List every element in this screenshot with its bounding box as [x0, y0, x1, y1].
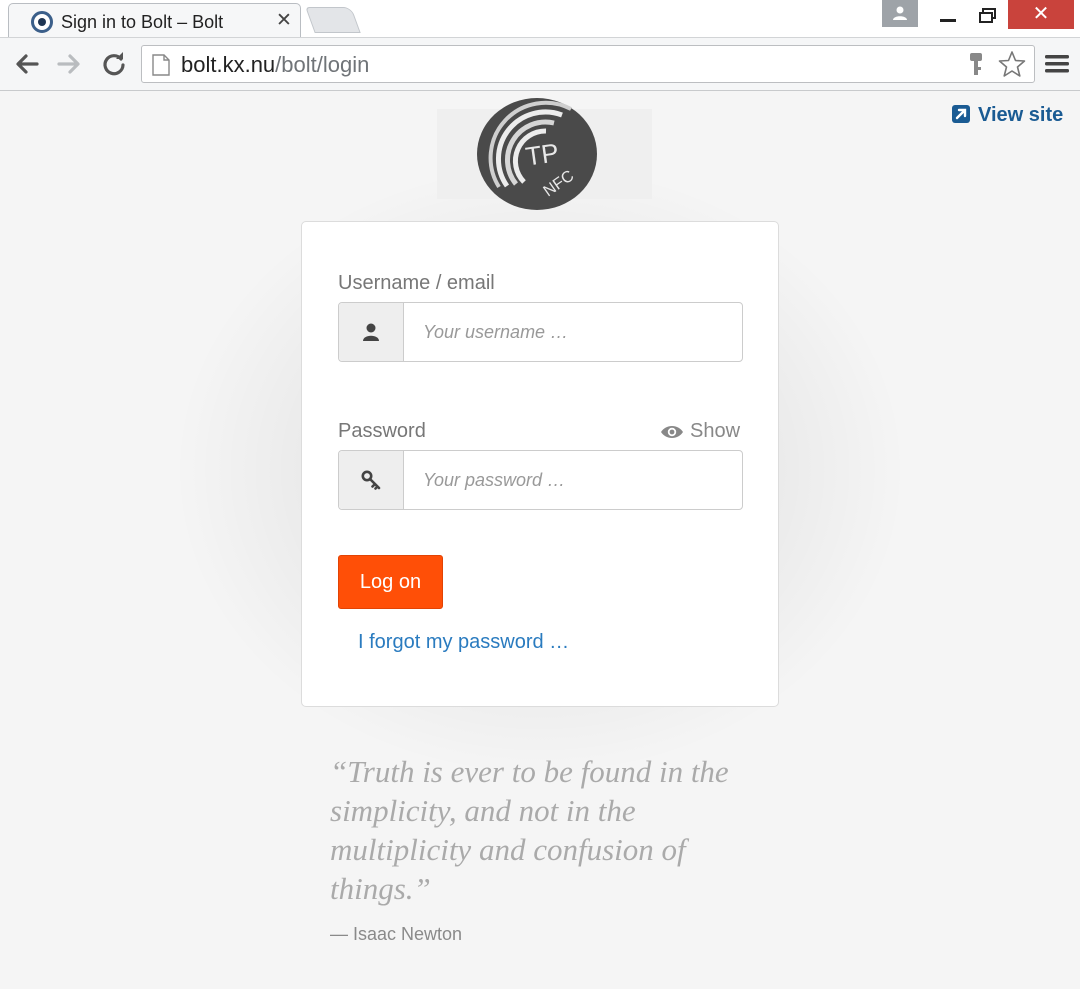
show-label: Show — [690, 420, 741, 442]
page-icon — [152, 54, 170, 76]
browser-tab[interactable]: Sign in to Bolt – Bolt ✕ — [8, 3, 301, 37]
username-input[interactable] — [405, 303, 742, 361]
reload-icon[interactable] — [100, 50, 128, 78]
password-key-icon[interactable] — [968, 53, 984, 77]
tab-close-icon[interactable]: ✕ — [276, 10, 292, 32]
user-icon — [363, 323, 379, 341]
view-site-label: View site — [978, 104, 1064, 126]
username-input-group — [338, 302, 743, 362]
browser-tab-strip: Sign in to Bolt – Bolt ✕ ✕ — [0, 0, 1080, 37]
forgot-password-link[interactable]: I forgot my password … — [358, 631, 569, 654]
tab-title: Sign in to Bolt – Bolt — [61, 12, 224, 32]
bookmark-star-icon[interactable] — [998, 50, 1026, 78]
forward-arrow-icon[interactable] — [55, 50, 83, 78]
bolt-favicon-icon — [31, 11, 53, 33]
show-password-toggle[interactable]: Show — [660, 420, 740, 443]
back-arrow-icon[interactable] — [13, 50, 41, 78]
password-label: Password — [338, 420, 426, 442]
restore-window-icon[interactable] — [979, 8, 996, 23]
password-input-group — [338, 450, 743, 510]
login-card: Username / email Password Show Log on I … — [301, 221, 779, 707]
quote-author: — Isaac Newton — [330, 924, 463, 944]
username-addon — [339, 303, 404, 361]
logo-text-tp: TP — [524, 137, 561, 171]
tp-nfc-logo: TP NFC — [477, 98, 597, 210]
username-label: Username / email — [338, 272, 495, 294]
minimize-icon[interactable] — [940, 19, 956, 22]
address-bar[interactable]: bolt.kx.nu/bolt/login — [141, 45, 1035, 83]
external-link-icon — [952, 105, 970, 123]
close-window-button[interactable]: ✕ — [1008, 0, 1074, 29]
url-text: bolt.kx.nu/bolt/login — [181, 52, 369, 78]
user-icon — [893, 6, 907, 20]
profile-button[interactable] — [882, 0, 918, 27]
view-site-link[interactable]: View site — [952, 104, 1063, 128]
password-addon — [339, 451, 404, 509]
url-path: /bolt/login — [275, 52, 370, 77]
log-on-button[interactable]: Log on — [338, 555, 443, 609]
key-icon — [361, 470, 381, 490]
quote-text: “Truth is ever to be found in the simpli… — [330, 754, 729, 906]
url-host: bolt.kx.nu — [181, 52, 276, 77]
menu-hamburger-icon[interactable] — [1045, 54, 1069, 74]
password-input[interactable] — [405, 451, 742, 509]
eye-icon — [661, 426, 683, 438]
new-tab-button[interactable] — [305, 7, 361, 33]
browser-toolbar: bolt.kx.nu/bolt/login — [0, 37, 1080, 91]
